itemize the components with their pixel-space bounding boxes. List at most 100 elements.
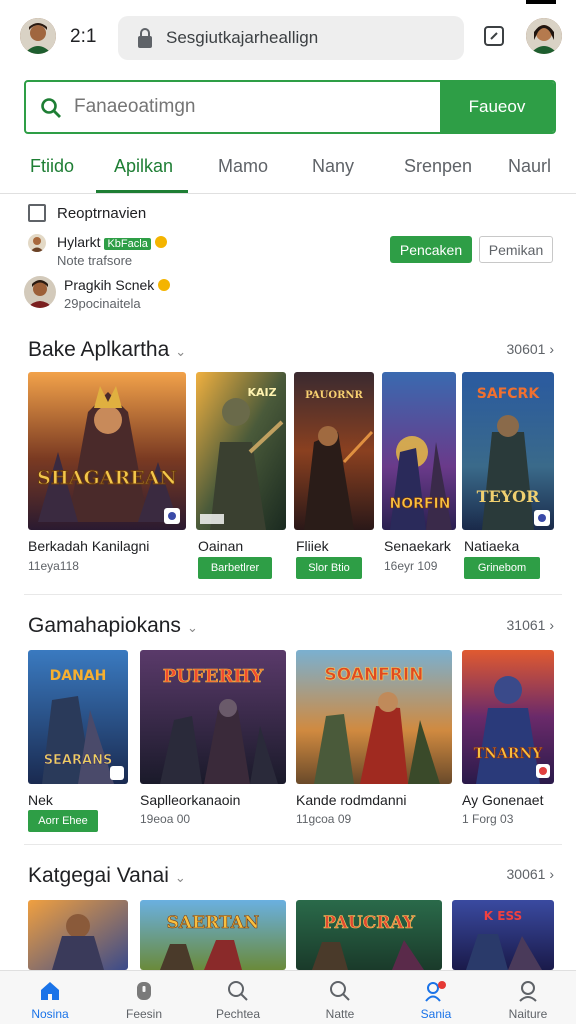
section-more-link[interactable]: 31061 › (507, 617, 555, 633)
review-checkbox[interactable] (28, 204, 46, 222)
section-more-link[interactable]: 30061 › (507, 866, 555, 882)
app-card-title: Senaekark (384, 538, 451, 554)
profile-avatar-left[interactable] (20, 18, 56, 54)
search-button[interactable]: Faueov (440, 82, 554, 132)
section-more-link[interactable]: 30601 › (507, 341, 555, 357)
app-card-art[interactable]: TNARNY (462, 650, 554, 784)
top-notch (526, 0, 556, 4)
url-text: Sesgiutkajarheallign (166, 28, 319, 47)
reviewer-name: Hylarkt (57, 234, 101, 250)
svg-text:NORFIN: NORFIN (390, 496, 451, 512)
active-tab-indicator (96, 190, 188, 193)
nav-label: Pechtea (215, 1007, 261, 1021)
svg-text:PAUORNR: PAUORNR (305, 390, 363, 401)
nav-natte[interactable]: Natte (292, 971, 388, 1024)
person-icon (519, 981, 537, 1002)
edit-icon[interactable] (482, 24, 506, 48)
app-card-art[interactable]: SOANFRIN (296, 650, 452, 784)
svg-text:TNARNY: TNARNY (474, 746, 544, 762)
app-card-meta: 19eoa 00 (140, 812, 191, 826)
chevron-down-icon: ⌄ (175, 344, 187, 359)
app-card-art[interactable]: KAIZ (196, 372, 286, 530)
install-button[interactable]: Slor Btio (296, 557, 362, 579)
svg-text:K ESS: K ESS (484, 909, 522, 923)
search-input[interactable] (74, 96, 374, 118)
app-card-title: Kande rodmdanni (296, 792, 407, 808)
coin-icon (154, 236, 167, 248)
app-card-title: Nek (28, 792, 53, 808)
reviewer-name: Pragkih Scnek (64, 277, 155, 293)
avatar (28, 234, 46, 252)
app-card-art[interactable]: K ESS (452, 900, 554, 970)
install-button[interactable]: Barbetlrer (198, 557, 272, 579)
review-row-1-name: Hylarkt KbFacla (57, 234, 167, 250)
section-title-text: Gamahapiokans (28, 614, 181, 637)
decline-button[interactable]: Pemikan (479, 236, 553, 263)
gamepad-icon (137, 982, 151, 1000)
svg-text:KAIZ: KAIZ (247, 386, 276, 399)
search-icon (41, 98, 61, 118)
search-box[interactable]: Faueov (24, 80, 556, 134)
app-card-art[interactable]: PAUORNR (294, 372, 374, 530)
accept-button[interactable]: Pencaken (390, 236, 472, 263)
profile-avatar-right[interactable] (526, 18, 562, 54)
tab-srenpen[interactable]: Srenpen (404, 156, 472, 177)
chevron-right-icon: › (549, 866, 554, 882)
nav-games[interactable]: Feesin (96, 971, 192, 1024)
top-bar: 2:1 Sesgiutkajarheallign (0, 0, 576, 74)
app-card-art[interactable]: SAFCRK TEYOR (462, 372, 554, 530)
review-row-1-sub: Note trafsore (57, 253, 133, 268)
tab-apps[interactable]: Apilkan (114, 156, 173, 177)
app-card-title: Fliiek (296, 538, 329, 554)
svg-text:PAUCRAY: PAUCRAY (323, 913, 416, 933)
app-card-art[interactable]: DANAH SEARANS (28, 650, 128, 784)
nav-label: Naiture (508, 1007, 548, 1021)
status-clock: 2:1 (70, 26, 97, 47)
app-card-title: Natiaeka (464, 538, 520, 554)
section-more-text: 30601 (506, 341, 546, 357)
app-card-art[interactable]: SHAGAREAN (28, 372, 186, 530)
section-title[interactable]: Katgegai Vanai ⌄ (28, 864, 186, 888)
nav-label: Sania (420, 1007, 452, 1021)
section-title[interactable]: Bake Aplkartha ⌄ (28, 338, 186, 362)
svg-text:PUFERHY: PUFERHY (163, 666, 265, 687)
install-button[interactable]: Grinebom (464, 557, 540, 579)
section-title[interactable]: Gamahapiokans ⌄ (28, 614, 198, 638)
nav-home[interactable]: Nosina (2, 971, 98, 1024)
app-card-meta: 1 Forg 03 (462, 812, 514, 826)
app-card-meta: 11gcoa 09 (296, 812, 352, 826)
checkbox-label: Reoptrnavien (57, 205, 147, 222)
app-card-title: Ay Gonenaet (462, 792, 544, 808)
nav-search[interactable]: Pechtea (190, 971, 286, 1024)
search-icon (330, 981, 350, 1001)
tab-home[interactable]: Ftiido (30, 156, 74, 177)
url-bar[interactable]: Sesgiutkajarheallign (118, 16, 464, 60)
home-icon (41, 982, 59, 1000)
app-card-art[interactable]: PAUCRAY (296, 900, 442, 970)
nav-label: Nosina (31, 1007, 69, 1021)
nav-social[interactable]: Sania (388, 971, 484, 1024)
chevron-down-icon: ⌄ (174, 870, 186, 885)
tab-nany[interactable]: Nany (312, 156, 354, 177)
section-divider (24, 844, 562, 845)
install-button[interactable]: Aorr Ehee (28, 810, 98, 832)
app-card-art[interactable]: PUFERHY (140, 650, 286, 784)
section-divider (24, 594, 562, 595)
bottom-navigation: Nosina Feesin Pechtea Natte Sania Naitur… (0, 970, 576, 1024)
nav-profile[interactable]: Naiture (480, 971, 576, 1024)
app-card-art[interactable] (28, 900, 128, 970)
app-card-meta: 11eya118 (28, 559, 79, 573)
section-title-text: Katgegai Vanai (28, 864, 169, 887)
app-card-meta: 16eyr 109 (384, 559, 438, 573)
nav-label: Natte (325, 1007, 355, 1021)
category-tabs: Ftiido Apilkan Mamo Nany Srenpen Naurl (0, 140, 576, 194)
chevron-down-icon: ⌄ (186, 620, 198, 635)
chevron-right-icon: › (549, 341, 554, 357)
lock-icon (138, 28, 152, 48)
section-more-text: 30061 (506, 866, 546, 882)
search-icon (228, 981, 248, 1001)
tab-mamo[interactable]: Mamo (218, 156, 268, 177)
app-card-art[interactable]: SAERTAN (140, 900, 286, 970)
tab-naurl[interactable]: Naurl (508, 156, 551, 177)
app-card-art[interactable]: NORFIN (382, 372, 456, 530)
